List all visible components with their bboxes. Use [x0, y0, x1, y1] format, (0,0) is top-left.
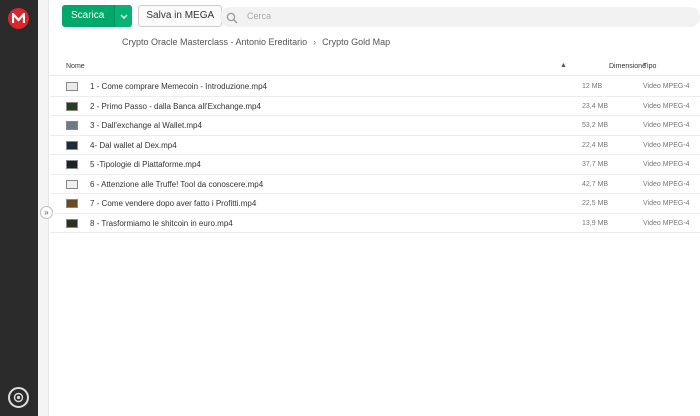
file-list-header: Nome ▲ Dimensione Tipo: [50, 58, 700, 76]
file-type: Video MPEG-4: [643, 83, 690, 90]
download-button[interactable]: Scarica: [62, 5, 133, 27]
file-size: 22,5 MB: [582, 200, 609, 207]
chevron-down-icon[interactable]: [114, 5, 133, 27]
file-name: 2 - Primo Passo - dalla Banca all'Exchan…: [90, 101, 261, 111]
account-icon[interactable]: [8, 387, 29, 408]
file-type: Video MPEG-4: [643, 219, 690, 227]
breadcrumb-item-current: Crypto Gold Map: [322, 37, 391, 47]
search-input[interactable]: Cerca: [220, 7, 700, 27]
breadcrumb: Crypto Oracle Masterclass - Antonio Ered…: [122, 37, 390, 47]
file-list: 1 - Come comprare Memecoin - Introduzion…: [50, 77, 700, 233]
file-type: Video MPEG-4: [643, 141, 690, 149]
file-row[interactable]: 1 - Come comprare Memecoin - Introduzion…: [50, 77, 700, 97]
file-size: 23,4 MB: [582, 102, 609, 110]
file-type: Video MPEG-4: [643, 122, 690, 129]
search-placeholder: Cerca: [247, 11, 272, 21]
main-panel: Scarica Salva in MEGA Cerca Crypto Oracl…: [50, 0, 700, 416]
file-name: 8 - Trasformiamo le shitcoin in euro.mp4: [90, 218, 233, 228]
file-row[interactable]: 5 -Tipologie di Piattaforme.mp4 37,7 MB Vi…: [50, 155, 700, 175]
column-name[interactable]: Nome: [66, 63, 85, 70]
file-row[interactable]: 7 - Come vendere dopo aver fatto i Profi…: [50, 194, 700, 214]
file-name: 7 - Come vendere dopo aver fatto i Profi…: [90, 199, 257, 208]
video-thumbnail-icon: [66, 179, 78, 189]
toolbar: Scarica Salva in MEGA: [62, 5, 223, 29]
file-row[interactable]: 8 - Trasformiamo le shitcoin in euro.mp4…: [50, 214, 700, 233]
file-type: Video MPEG-4: [643, 200, 690, 207]
file-size: 37,7 MB: [582, 161, 609, 168]
file-size: 53,2 MB: [582, 122, 609, 129]
file-size: 22,4 MB: [582, 141, 609, 149]
video-thumbnail-icon: [66, 121, 78, 130]
video-thumbnail-icon: [66, 101, 78, 111]
video-thumbnail-icon: [66, 140, 78, 150]
file-type: Video MPEG-4: [643, 180, 690, 188]
search-icon: [226, 11, 238, 29]
mega-logo-icon[interactable]: [8, 8, 29, 29]
video-thumbnail-icon: [66, 199, 78, 208]
file-name: 6 - Attenzione alle Truffe! Tool da cono…: [90, 179, 264, 189]
file-name: 5 -Tipologie di Piattaforme.mp4: [90, 160, 201, 169]
chevron-right-icon: ›: [313, 37, 317, 47]
column-size[interactable]: Dimensione: [609, 63, 646, 70]
file-size: 42,7 MB: [582, 180, 609, 188]
file-size: 13,9 MB: [582, 219, 609, 227]
file-name: 3 - Dall'exchange al Wallet.mp4: [90, 121, 202, 130]
file-row[interactable]: 4- Dal wallet al Dex.mp4 22,4 MB Video MPE…: [50, 136, 700, 155]
file-row[interactable]: 6 - Attenzione alle Truffe! Tool da cono…: [50, 175, 700, 194]
file-name: 1 - Come comprare Memecoin - Introduzion…: [90, 82, 267, 91]
file-row[interactable]: 2 - Primo Passo - dalla Banca all'Exchan…: [50, 97, 700, 116]
file-size: 12 MB: [582, 83, 603, 90]
sort-ascending-icon[interactable]: ▲: [560, 62, 567, 69]
breadcrumb-item-root[interactable]: Crypto Oracle Masterclass - Antonio Ered…: [122, 37, 307, 47]
download-label: Scarica: [71, 10, 105, 21]
column-type[interactable]: Tipo: [643, 63, 656, 70]
file-type: Video MPEG-4: [643, 161, 690, 168]
file-type: Video MPEG-4: [643, 102, 690, 110]
file-name: 4- Dal wallet al Dex.mp4: [90, 140, 177, 150]
save-to-mega-button[interactable]: Salva in MEGA: [138, 5, 223, 27]
file-row[interactable]: 3 - Dall'exchange al Wallet.mp4 53,2 MB Vi…: [50, 116, 700, 136]
sidebar: [0, 0, 38, 416]
video-thumbnail-icon: [66, 218, 78, 228]
video-thumbnail-icon: [66, 160, 78, 169]
video-thumbnail-icon: [66, 82, 78, 91]
